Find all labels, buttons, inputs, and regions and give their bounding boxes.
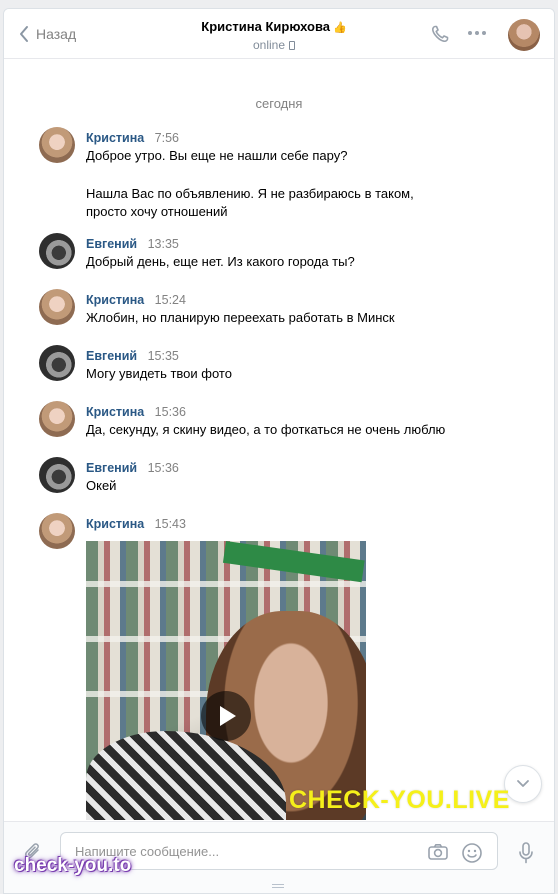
- message-history: сегодня Кристина 7:56 Доброе утро. Вы ещ…: [4, 60, 554, 820]
- watermark-small: check-you.to: [14, 855, 132, 876]
- contact-info[interactable]: Кристина Кирюхова 👍 online: [154, 19, 394, 52]
- contact-name: Кристина Кирюхова: [201, 19, 330, 34]
- dot-icon: [482, 31, 486, 35]
- play-icon[interactable]: [201, 691, 251, 741]
- emoji-button[interactable]: [461, 842, 483, 869]
- online-status: online: [154, 38, 394, 52]
- date-divider: сегодня: [255, 96, 303, 111]
- author-name[interactable]: Евгений: [86, 349, 137, 363]
- smile-icon: [462, 843, 482, 863]
- microphone-icon: [519, 842, 533, 864]
- dot-icon: [475, 31, 479, 35]
- resize-grip[interactable]: [272, 884, 284, 888]
- message-line: Да, секунду, я скину видео, а то фоткать…: [86, 422, 446, 437]
- call-button[interactable]: [430, 24, 450, 49]
- message-time[interactable]: 15:35: [148, 349, 179, 363]
- message-text: Окей: [86, 477, 466, 495]
- mobile-icon: [289, 41, 296, 50]
- thumbs-up-icon: 👍: [333, 22, 347, 34]
- message-meta: Евгений 15:36: [86, 459, 179, 477]
- message-time[interactable]: 15:36: [155, 405, 186, 419]
- author-name[interactable]: Евгений: [86, 461, 137, 475]
- back-label: Назад: [36, 26, 77, 42]
- message-meta: Евгений 15:35: [86, 347, 179, 365]
- message-time[interactable]: 13:35: [148, 237, 179, 251]
- avatar[interactable]: [39, 513, 75, 549]
- message-line: Могу увидеть твои фото: [86, 366, 232, 381]
- message-time[interactable]: 15:36: [148, 461, 179, 475]
- message-meta: Кристина 7:56: [86, 129, 179, 147]
- avatar[interactable]: [39, 127, 75, 163]
- message-meta: Кристина 15:24: [86, 291, 186, 309]
- author-name[interactable]: Кристина: [86, 517, 144, 531]
- back-button[interactable]: Назад: [18, 25, 76, 43]
- message-text: Могу увидеть твои фото: [86, 365, 466, 383]
- author-name[interactable]: Кристина: [86, 405, 144, 419]
- message-time[interactable]: 15:43: [155, 517, 186, 531]
- more-options-button[interactable]: [468, 31, 486, 35]
- avatar[interactable]: [39, 345, 75, 381]
- contact-avatar[interactable]: [508, 19, 540, 51]
- video-attachment[interactable]: [86, 541, 366, 820]
- message-line: Добрый день, еще нет. Из какого города т…: [86, 254, 355, 269]
- phone-icon: [431, 25, 449, 43]
- author-name[interactable]: Кристина: [86, 293, 144, 307]
- dot-icon: [468, 31, 472, 35]
- message-time[interactable]: 7:56: [155, 131, 179, 145]
- message-text: Нашла Вас по объявлению. Я не разбираюсь…: [86, 185, 466, 221]
- chat-window: Назад Кристина Кирюхова👍 online сегодня: [3, 8, 555, 894]
- message-line: Нашла Вас по объявлению. Я не разбираюсь…: [86, 186, 414, 201]
- message-text: Добрый день, еще нет. Из какого города т…: [86, 253, 466, 271]
- author-name[interactable]: Кристина: [86, 131, 144, 145]
- camera-icon: [428, 844, 448, 860]
- camera-button[interactable]: [427, 842, 449, 867]
- message-text: Да, секунду, я скину видео, а то фоткать…: [86, 421, 526, 439]
- grip-line: [272, 884, 284, 885]
- contact-name-row: Кристина Кирюхова 👍: [154, 19, 394, 34]
- chat-header: Назад Кристина Кирюхова 👍 online: [4, 9, 554, 59]
- message-line: Окей: [86, 478, 117, 493]
- message-text: Жлобин, но планирую переехать работать в…: [86, 309, 466, 327]
- avatar[interactable]: [39, 233, 75, 269]
- message-line: Жлобин, но планирую переехать работать в…: [86, 310, 395, 325]
- voice-message-button[interactable]: [517, 841, 535, 870]
- message-text: Доброе утро. Вы еще не нашли себе пару?: [86, 147, 466, 165]
- shelf-decoration: [86, 581, 366, 587]
- status-text: online: [252, 38, 286, 52]
- grip-line: [272, 887, 284, 888]
- avatar[interactable]: [39, 289, 75, 325]
- message-meta: Евгений 13:35: [86, 235, 179, 253]
- chevron-left-icon: [20, 26, 28, 42]
- author-name[interactable]: Евгений: [86, 237, 137, 251]
- avatar[interactable]: [39, 401, 75, 437]
- message-meta: Кристина 15:36: [86, 403, 186, 421]
- store-sign-decoration: [222, 541, 365, 583]
- message-meta: Кристина 15:43: [86, 515, 186, 533]
- chevron-down-icon: [517, 780, 529, 787]
- message-line: просто хочу отношений: [86, 204, 228, 219]
- watermark-big: CHECK-YOU.LIVE: [289, 786, 510, 814]
- message-time[interactable]: 15:24: [155, 293, 186, 307]
- avatar[interactable]: [39, 457, 75, 493]
- message-line: Доброе утро. Вы еще не нашли себе пару?: [86, 148, 348, 163]
